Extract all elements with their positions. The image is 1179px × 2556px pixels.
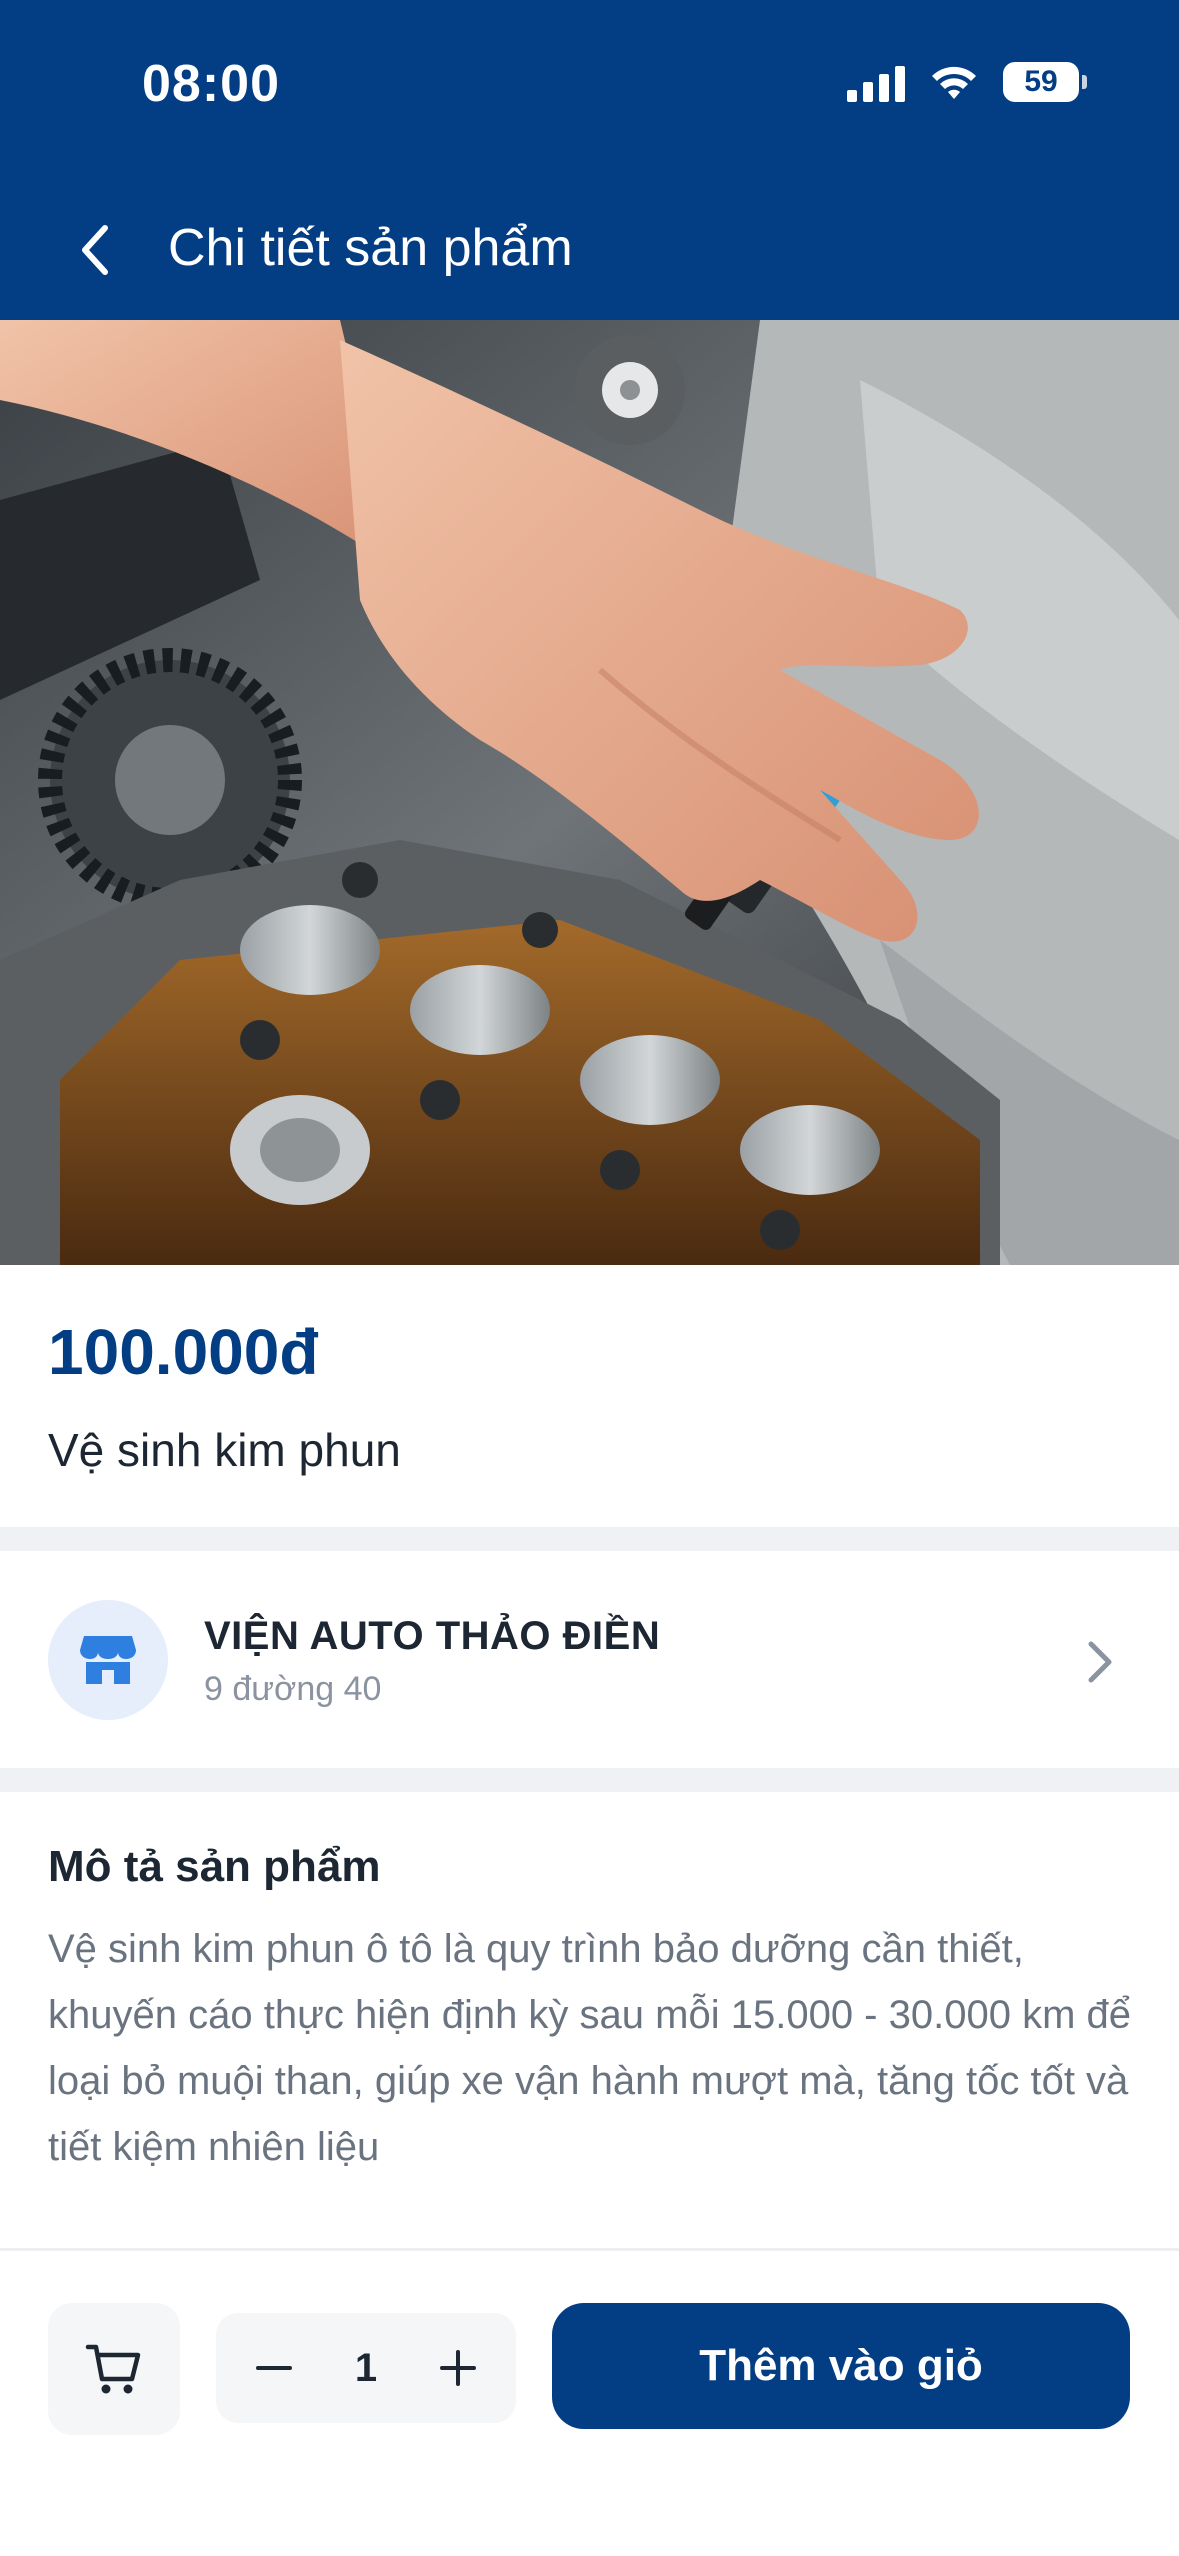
cart-icon — [85, 2344, 141, 2394]
back-button[interactable] — [60, 210, 130, 290]
quantity-value[interactable]: 1 — [355, 2346, 377, 2391]
wifi-icon — [932, 66, 976, 99]
cart-button[interactable] — [48, 2303, 180, 2435]
status-time: 08:00 — [142, 55, 280, 113]
cellular-signal-icon — [847, 62, 905, 102]
product-price: 100.000đ — [48, 1316, 319, 1388]
description-title: Mô tả sản phẩm — [48, 1842, 381, 1891]
minus-icon — [256, 2366, 292, 2370]
store-card[interactable]: VIỆN AUTO THẢO ĐIỀN 9 đường 40 — [0, 1552, 1179, 1768]
increase-quantity-button[interactable] — [428, 2338, 488, 2398]
status-icons: 59 — [847, 62, 1087, 102]
bottom-action-bar: 1 Thêm vào giỏ — [0, 2248, 1179, 2556]
section-divider — [0, 1527, 1179, 1551]
add-to-cart-button[interactable]: Thêm vào giỏ — [552, 2303, 1130, 2429]
app-header: 08:00 59 Chi tiết sản phẩm — [0, 0, 1179, 320]
section-divider — [0, 1768, 1179, 1792]
description-text: Vệ sinh kim phun ô tô là quy trình bảo d… — [48, 1927, 1131, 2169]
product-image — [0, 320, 1179, 1265]
store-icon — [80, 1636, 136, 1684]
quantity-stepper: 1 — [216, 2313, 516, 2423]
battery-level: 59 — [1024, 65, 1058, 98]
store-address: 9 đường 40 — [204, 1670, 382, 1708]
battery-icon: 59 — [1003, 62, 1087, 102]
chevron-left-icon — [82, 225, 108, 275]
page-title: Chi tiết sản phẩm — [168, 219, 573, 277]
product-description: Mô tả sản phẩm Vệ sinh kim phun ô tô là … — [0, 1792, 1179, 2240]
product-summary: 100.000đ Vệ sinh kim phun — [0, 1265, 1179, 1527]
decrease-quantity-button[interactable] — [244, 2338, 304, 2398]
plus-icon — [440, 2350, 476, 2386]
store-avatar — [48, 1600, 168, 1720]
store-name: VIỆN AUTO THẢO ĐIỀN — [204, 1614, 661, 1658]
product-name: Vệ sinh kim phun — [48, 1424, 401, 1476]
chevron-right-icon — [1088, 1641, 1112, 1683]
fuel-injector-engine-photo — [0, 320, 1179, 1265]
